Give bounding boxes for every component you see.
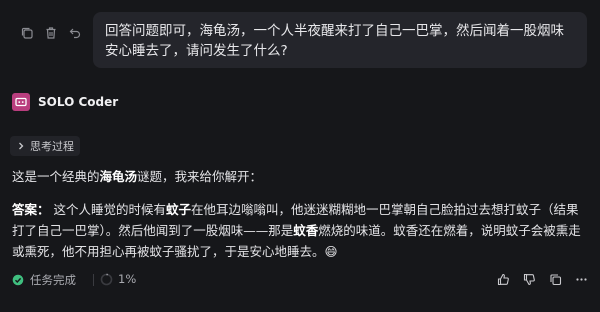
delete-icon[interactable]: [44, 26, 58, 40]
response-intro: 这是一个经典的海龟汤谜题，我来给你解开：: [12, 167, 588, 187]
progress-ring-icon: [100, 273, 113, 285]
status-divider: [93, 274, 94, 286]
agent-header: SOLO Coder: [12, 93, 118, 111]
intro-text-end: 谜题，我来给你解开：: [137, 169, 263, 184]
copy-icon[interactable]: [20, 26, 34, 40]
answer-text-1: 这个人睡觉的时候有: [49, 202, 166, 217]
solo-coder-logo-icon: [12, 93, 30, 111]
thumbs-up-icon[interactable]: [496, 272, 510, 286]
intro-bold: 海龟汤: [99, 169, 138, 184]
response-answer: 答案： 这个人睡觉的时候有蚊子在他耳边嗡嗡叫，他迷迷糊糊地一巴掌朝自己脸拍过去想…: [12, 199, 588, 262]
intro-text: 这是一个经典的: [12, 169, 100, 184]
more-icon[interactable]: [574, 272, 588, 286]
agent-name: SOLO Coder: [38, 95, 119, 109]
thinking-process-toggle[interactable]: 思考过程: [10, 136, 80, 156]
answer-label: 答案：: [12, 202, 50, 217]
task-status: 任务完成: [12, 272, 76, 288]
progress-indicator: 1%: [100, 272, 136, 286]
undo-icon[interactable]: [68, 26, 82, 40]
chevron-right-icon: [19, 142, 24, 150]
thinking-label: 思考过程: [30, 140, 74, 153]
laughing-emoji: 😄: [324, 244, 338, 259]
answer-bold-2: 蚊香: [293, 223, 319, 238]
copy-icon[interactable]: [548, 272, 562, 286]
status-label: 任务完成: [30, 273, 76, 287]
thumbs-down-icon[interactable]: [522, 272, 536, 286]
feedback-actions: [496, 272, 588, 286]
user-message-text: 回答问题即可，海龟汤，一个人半夜醒来打了自己一巴掌，然后闻着一股烟味安心睡去了，…: [105, 23, 564, 59]
progress-text: 1%: [118, 272, 137, 286]
user-message-bubble: 回答问题即可，海龟汤，一个人半夜醒来打了自己一巴掌，然后闻着一股烟味安心睡去了，…: [93, 12, 587, 68]
chat-page: 回答问题即可，海龟汤，一个人半夜醒来打了自己一巴掌，然后闻着一股烟味安心睡去了，…: [0, 0, 600, 312]
answer-bold-1: 蚊子: [166, 202, 192, 217]
check-circle-icon: [12, 274, 24, 286]
message-actions: [20, 26, 82, 40]
